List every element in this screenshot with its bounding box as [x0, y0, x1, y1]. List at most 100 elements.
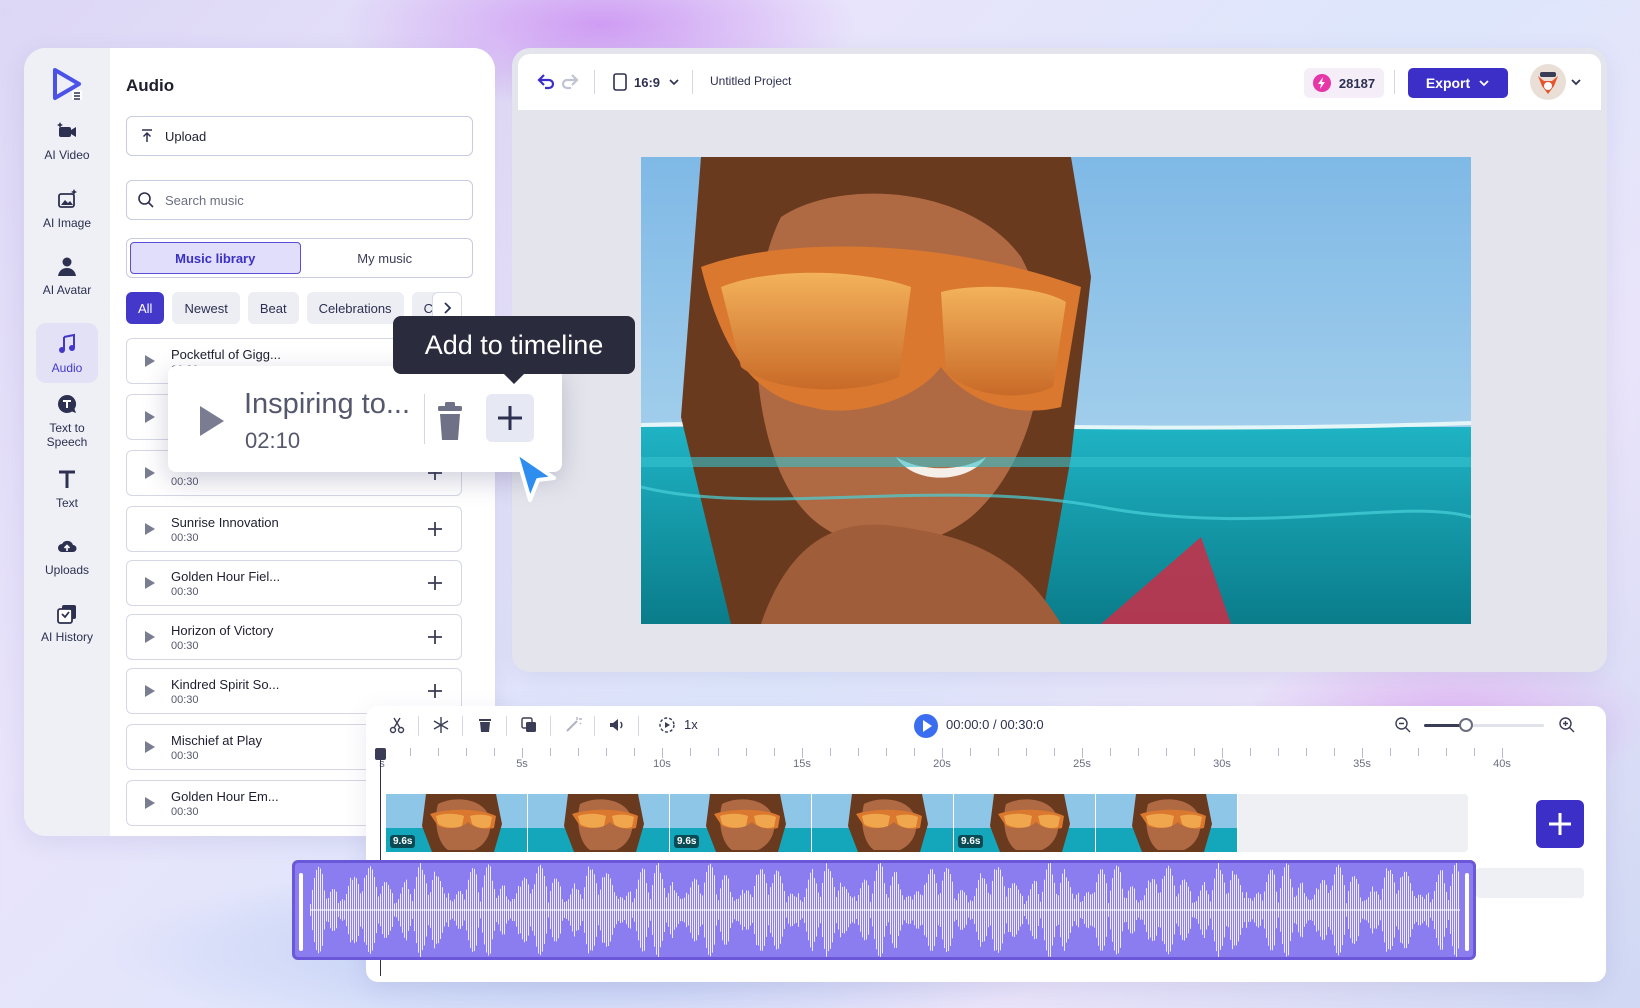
sidebar-item-ai-image[interactable]: AI Image [36, 188, 98, 230]
ruler-tick [718, 748, 719, 756]
video-clip[interactable] [812, 794, 954, 852]
aspect-ratio-select[interactable]: 16:9 [612, 70, 686, 94]
ruler-tick [942, 748, 943, 758]
video-clip[interactable]: 9.6s [954, 794, 1096, 852]
play-icon[interactable] [145, 797, 155, 809]
credits-badge[interactable]: 28187 [1304, 68, 1384, 98]
redo-icon[interactable] [560, 72, 580, 92]
play-icon[interactable] [145, 577, 155, 589]
ruler-tick [1278, 748, 1279, 756]
divider [506, 716, 507, 736]
sidebar-item-label: Audio [51, 361, 83, 375]
time-ruler[interactable]: s 5s 10s 15s 20s 25s 30s 35s 40s [379, 748, 1576, 772]
ruler-tick [1334, 748, 1335, 756]
popup-track-title: Inspiring to... [244, 388, 411, 420]
volume-icon[interactable] [608, 716, 626, 734]
magic-wand-icon[interactable] [564, 716, 582, 734]
ruler-tick [1418, 748, 1419, 756]
zoom-slider-thumb[interactable] [1459, 718, 1473, 732]
trim-handle-right[interactable] [1465, 873, 1469, 951]
sidebar-item-ai-history[interactable]: AI History [36, 602, 98, 644]
play-icon[interactable] [145, 411, 155, 423]
play-icon[interactable] [145, 631, 155, 643]
scissors-icon[interactable] [388, 716, 406, 734]
play-icon[interactable] [200, 406, 224, 436]
ruler-tick [1390, 748, 1391, 756]
divider [550, 716, 551, 736]
plus-icon[interactable] [423, 679, 447, 703]
plus-icon[interactable] [423, 625, 447, 649]
chevron-down-icon[interactable] [1570, 76, 1582, 88]
plus-icon[interactable] [423, 571, 447, 595]
lightning-icon [1312, 74, 1331, 92]
search-field[interactable] [126, 180, 473, 220]
video-clip[interactable] [528, 794, 670, 852]
play-icon[interactable] [145, 741, 155, 753]
track-item[interactable]: Golden Hour Fiel... 00:30 [126, 560, 462, 606]
play-icon[interactable] [145, 355, 155, 367]
export-button[interactable]: Export [1408, 68, 1508, 98]
add-clip-button[interactable] [1536, 800, 1584, 848]
chip-newest[interactable]: Newest [172, 292, 240, 324]
trash-icon[interactable] [432, 402, 468, 442]
app-logo-icon[interactable] [50, 68, 84, 102]
undo-icon[interactable] [536, 72, 556, 92]
ruler-tick [746, 748, 747, 756]
track-item[interactable]: Horizon of Victory 00:30 [126, 614, 462, 660]
chevron-down-icon [1479, 80, 1489, 87]
trim-handle-left[interactable] [299, 873, 303, 951]
sidebar-item-ai-video[interactable]: AI Video [36, 120, 98, 162]
video-preview[interactable] [641, 157, 1471, 624]
ruler-tick [914, 748, 915, 756]
track-item[interactable]: Sunrise Innovation 00:30 [126, 506, 462, 552]
chip-all[interactable]: All [126, 292, 165, 324]
ruler-tick [410, 748, 411, 756]
play-icon[interactable] [145, 685, 155, 697]
ruler-label: 5s [516, 758, 528, 770]
tab-my-music[interactable]: My music [301, 242, 470, 274]
library-tabs: Music library My music [126, 238, 473, 278]
nav-rail: AI Video AI Image AI Avatar Audio Text to Sp… [24, 48, 110, 836]
add-to-timeline-button[interactable] [486, 394, 534, 442]
ruler-tick [466, 748, 467, 756]
upload-button[interactable]: Upload [126, 116, 473, 156]
speed-value[interactable]: 1x [684, 717, 698, 732]
sidebar-item-text[interactable]: Text [36, 468, 98, 510]
sidebar-item-ai-avatar[interactable]: AI Avatar [36, 255, 98, 297]
sidebar-item-audio[interactable]: Audio [36, 323, 98, 383]
video-clip[interactable]: 9.6s [386, 794, 528, 852]
speed-icon[interactable] [658, 716, 676, 734]
sidebar-item-text-to-speech[interactable]: Text to Speech [36, 393, 98, 449]
zoom-slider[interactable] [1424, 718, 1544, 732]
trash-icon[interactable] [476, 716, 494, 734]
freeze-icon[interactable] [432, 716, 450, 734]
play-button[interactable] [914, 714, 938, 738]
sidebar-item-uploads[interactable]: Uploads [36, 535, 98, 577]
play-icon[interactable] [145, 523, 155, 535]
zoom-in-icon[interactable] [1558, 716, 1576, 734]
ruler-tick [494, 748, 495, 756]
duplicate-icon[interactable] [520, 716, 538, 734]
audio-track-clip[interactable] [292, 860, 1476, 960]
search-input[interactable] [165, 192, 455, 208]
plus-icon[interactable] [423, 517, 447, 541]
ruler-tick [858, 748, 859, 756]
ruler-tick [1026, 748, 1027, 756]
chip-celebrations[interactable]: Celebrations [306, 292, 404, 324]
play-icon[interactable] [145, 467, 155, 479]
empty-audio-track[interactable] [1476, 868, 1584, 898]
chip-beat[interactable]: Beat [247, 292, 299, 324]
video-clip[interactable]: 9.6s [670, 794, 812, 852]
video-clip[interactable] [1096, 794, 1238, 852]
zoom-out-icon[interactable] [1394, 716, 1412, 734]
export-label: Export [1425, 75, 1471, 91]
tab-music-library[interactable]: Music library [130, 242, 301, 274]
ruler-tick [1222, 748, 1223, 758]
divider [638, 716, 639, 736]
project-title[interactable]: Untitled Project [710, 74, 791, 88]
ruler-tick [886, 748, 887, 756]
user-avatar[interactable] [1530, 64, 1566, 100]
video-track[interactable]: 9.6s 9.6s 9.6s [386, 794, 1468, 852]
clip-duration: 9.6s [390, 835, 416, 848]
ruler-label: 20s [933, 758, 951, 770]
